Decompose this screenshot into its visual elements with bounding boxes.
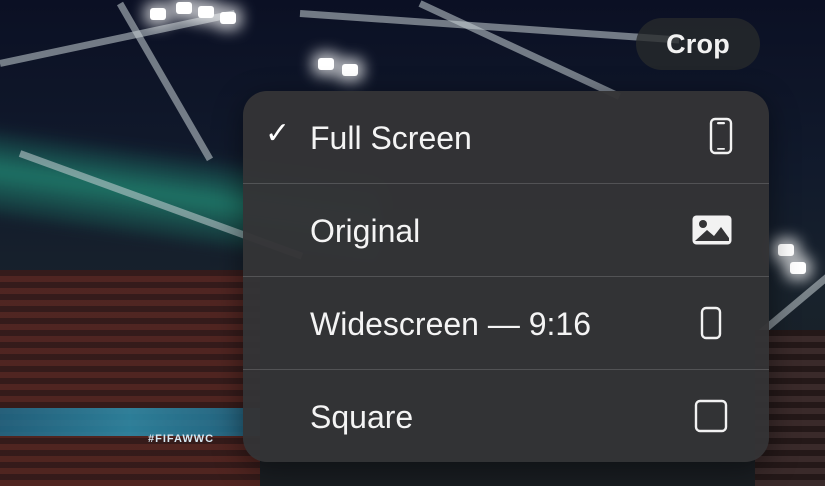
menu-item-label: Square <box>310 399 414 435</box>
menu-item-widescreen[interactable]: Widescreen — 9:16 <box>243 276 769 369</box>
menu-item-full-screen[interactable]: ✓ Full Screen <box>243 91 769 183</box>
crop-button[interactable]: Crop <box>636 18 760 70</box>
menu-item-label: Original <box>310 213 421 249</box>
menu-item-square[interactable]: Square <box>243 369 769 462</box>
crop-menu: ✓ Full Screen Original Widescreen — 9:16 <box>243 91 769 462</box>
menu-item-label: Widescreen — 9:16 <box>310 306 592 342</box>
portrait-rectangle-icon <box>700 306 722 340</box>
banner-text: #FIFAWWC <box>148 433 215 445</box>
square-icon <box>694 399 728 433</box>
checkmark-icon: ✓ <box>265 117 291 150</box>
photo-icon <box>691 214 733 246</box>
menu-item-label: Full Screen <box>310 120 472 156</box>
phone-icon <box>709 117 733 155</box>
menu-item-original[interactable]: Original <box>243 183 769 276</box>
